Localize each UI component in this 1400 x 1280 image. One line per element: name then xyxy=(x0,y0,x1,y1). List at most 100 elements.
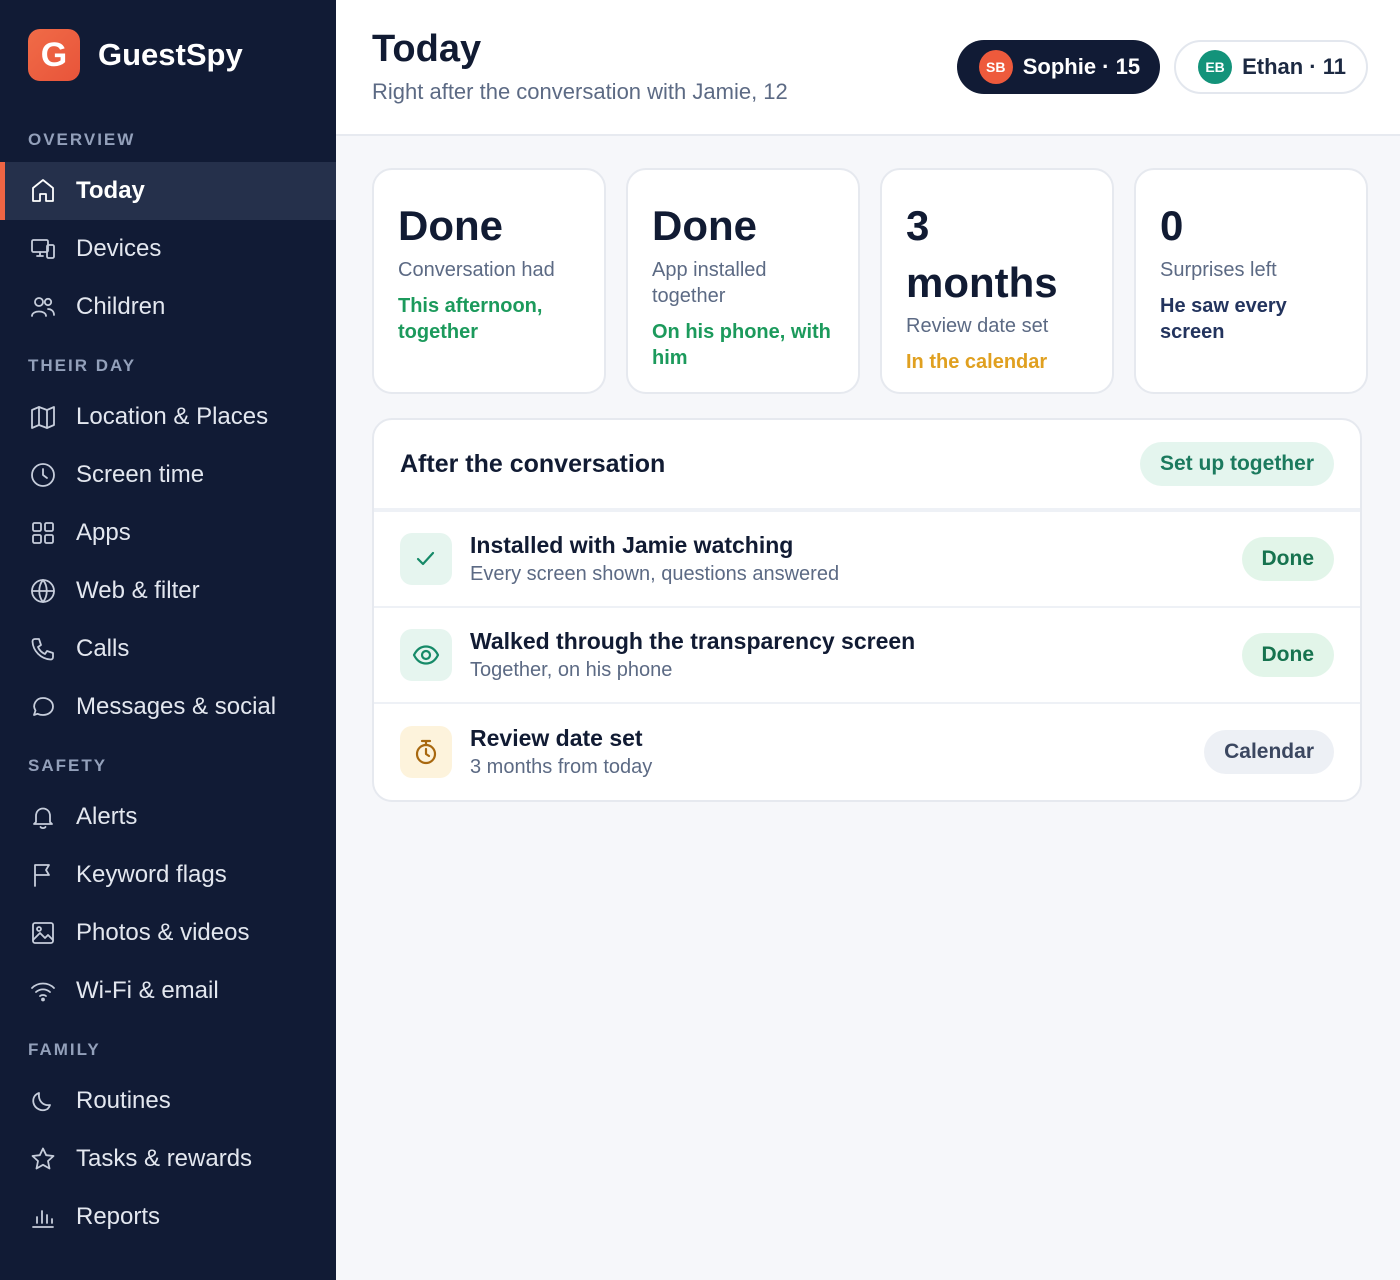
sidebar-item-label: Tasks & rewards xyxy=(76,1145,253,1172)
stat-note: This afternoon, together xyxy=(398,294,543,343)
profile-label: Ethan · 11 xyxy=(1242,54,1346,79)
status-badge[interactable]: Calendar xyxy=(1204,730,1334,774)
sidebar-item-label: Photos & videos xyxy=(76,919,250,946)
devices-icon xyxy=(28,234,58,264)
sidebar-item-reports[interactable]: Reports xyxy=(0,1188,336,1246)
star-icon xyxy=(28,1144,58,1174)
sidebar-item-label: Screen time xyxy=(76,461,205,488)
checklist-row[interactable]: Review date set 3 months from today Calend… xyxy=(374,704,1360,800)
sidebar-item-web-and-filter[interactable]: Web & filter xyxy=(0,562,336,620)
timer-icon xyxy=(400,726,452,778)
stat-label: Conversation had xyxy=(398,258,555,281)
sidebar-nav: OVERVIEW Today Devices Children THEIR DAY Loc… xyxy=(0,110,336,1246)
checklist-row[interactable]: Installed with Jamie watching Every scree… xyxy=(374,512,1360,608)
stat-card: 3 months Review date set In the calendar xyxy=(880,168,1114,394)
map-icon xyxy=(28,402,58,432)
stat-card: Done App installed together On his phone, … xyxy=(626,168,860,394)
sidebar-item-alerts[interactable]: Alerts xyxy=(0,788,336,846)
row-title: Walked through the transparency screen xyxy=(470,628,916,654)
status-badge[interactable]: Done xyxy=(1241,633,1334,677)
sidebar-item-today[interactable]: Today xyxy=(0,162,336,220)
eye-icon xyxy=(400,629,452,681)
sidebar-item-label: Location & Places xyxy=(76,403,269,430)
after-conversation-panel: After the conversation Set up together I… xyxy=(372,418,1362,802)
stat-value: Done xyxy=(652,202,757,249)
sidebar-item-label: Children xyxy=(76,293,166,320)
stat-note: He saw every screen xyxy=(1160,294,1287,343)
profile-switcher: SB Sophie · 15 EB Ethan · 11 xyxy=(956,40,1368,134)
sidebar-item-messages-and-social[interactable]: Messages & social xyxy=(0,678,336,736)
bell-icon xyxy=(28,802,58,832)
stat-label: Review date set xyxy=(906,315,1049,338)
row-text: Walked through the transparency screen To… xyxy=(470,628,1242,682)
sidebar-item-location-and-places[interactable]: Location & Places xyxy=(0,388,336,446)
main-area: Today Right after the conversation with … xyxy=(336,0,1400,1280)
sidebar-item-keyword-flags[interactable]: Keyword flags xyxy=(0,846,336,904)
sidebar-item-label: Devices xyxy=(76,235,162,262)
brand[interactable]: G GuestSpy xyxy=(0,0,336,110)
users-icon xyxy=(28,292,58,322)
row-subtitle: Together, on his phone xyxy=(470,659,673,681)
flag-icon xyxy=(28,860,58,890)
app-name: GuestSpy xyxy=(98,37,243,72)
avatar: SB xyxy=(978,50,1013,84)
panel-title: After the conversation xyxy=(400,449,666,478)
stats-row: Done Conversation had This afternoon, toge… xyxy=(372,168,1368,394)
clock-icon xyxy=(28,460,58,490)
globe-icon xyxy=(28,576,58,606)
sidebar: G GuestSpy OVERVIEW Today Devices Children T… xyxy=(0,0,336,1280)
checklist: Installed with Jamie watching Every scree… xyxy=(374,512,1360,800)
sidebar-item-label: Apps xyxy=(76,519,131,546)
sidebar-item-calls[interactable]: Calls xyxy=(0,620,336,678)
sidebar-item-children[interactable]: Children xyxy=(0,278,336,336)
sidebar-item-label: Keyword flags xyxy=(76,861,227,888)
profile-label: Sophie · 15 xyxy=(1022,54,1141,79)
row-text: Installed with Jamie watching Every scree… xyxy=(470,532,1242,586)
stat-label: App installed together xyxy=(652,258,767,307)
row-title: Review date set xyxy=(470,725,643,751)
logo-icon: G xyxy=(28,29,80,81)
stat-label: Surprises left xyxy=(1160,258,1277,281)
sidebar-item-devices[interactable]: Devices xyxy=(0,220,336,278)
row-subtitle: 3 months from today xyxy=(470,756,653,778)
section-label-their-day: THEIR DAY xyxy=(28,356,137,375)
sidebar-item-label: Wi-Fi & email xyxy=(76,977,219,1004)
stat-note: In the calendar xyxy=(906,351,1048,374)
sidebar-item-wi-fi-and-email[interactable]: Wi-Fi & email xyxy=(0,962,336,1020)
app-root: G GuestSpy OVERVIEW Today Devices Children T… xyxy=(0,0,1400,1280)
checklist-row[interactable]: Walked through the transparency screen To… xyxy=(374,608,1360,704)
sidebar-item-label: Messages & social xyxy=(76,693,277,720)
check-icon xyxy=(400,533,452,585)
profile-pill-ethan[interactable]: EB Ethan · 11 xyxy=(1174,40,1368,94)
stat-value: 3 months xyxy=(906,202,1058,306)
home-icon xyxy=(28,176,58,206)
stat-card: Done Conversation had This afternoon, toge… xyxy=(372,168,606,394)
bar-chart-icon xyxy=(28,1202,58,1232)
sidebar-item-photos-and-videos[interactable]: Photos & videos xyxy=(0,904,336,962)
avatar: EB xyxy=(1198,50,1233,84)
stat-value: Done xyxy=(398,202,503,249)
page-header: Today Right after the conversation with … xyxy=(336,0,1400,136)
sidebar-item-routines[interactable]: Routines xyxy=(0,1072,336,1130)
page-subtitle: Right after the conversation with Jamie,… xyxy=(372,79,788,104)
sidebar-item-tasks-and-rewards[interactable]: Tasks & rewards xyxy=(0,1130,336,1188)
sidebar-item-label: Today xyxy=(76,177,145,204)
stat-value: 0 xyxy=(1160,202,1184,249)
status-badge[interactable]: Done xyxy=(1241,537,1334,581)
profile-pill-sophie[interactable]: SB Sophie · 15 xyxy=(956,40,1161,94)
content: Done Conversation had This afternoon, toge… xyxy=(336,136,1400,802)
row-subtitle: Every screen shown, questions answered xyxy=(470,563,840,585)
sidebar-item-label: Routines xyxy=(76,1087,171,1114)
image-icon xyxy=(28,918,58,948)
panel-header: After the conversation Set up together xyxy=(374,420,1360,512)
sidebar-item-label: Calls xyxy=(76,635,130,662)
chat-icon xyxy=(28,692,58,722)
section-label-family: FAMILY xyxy=(28,1040,101,1059)
grid-icon xyxy=(28,518,58,548)
sidebar-item-screen-time[interactable]: Screen time xyxy=(0,446,336,504)
moon-icon xyxy=(28,1086,58,1116)
section-label-overview: OVERVIEW xyxy=(28,130,136,149)
sidebar-item-label: Reports xyxy=(76,1203,161,1230)
set-up-together-button[interactable]: Set up together xyxy=(1139,442,1334,486)
sidebar-item-apps[interactable]: Apps xyxy=(0,504,336,562)
